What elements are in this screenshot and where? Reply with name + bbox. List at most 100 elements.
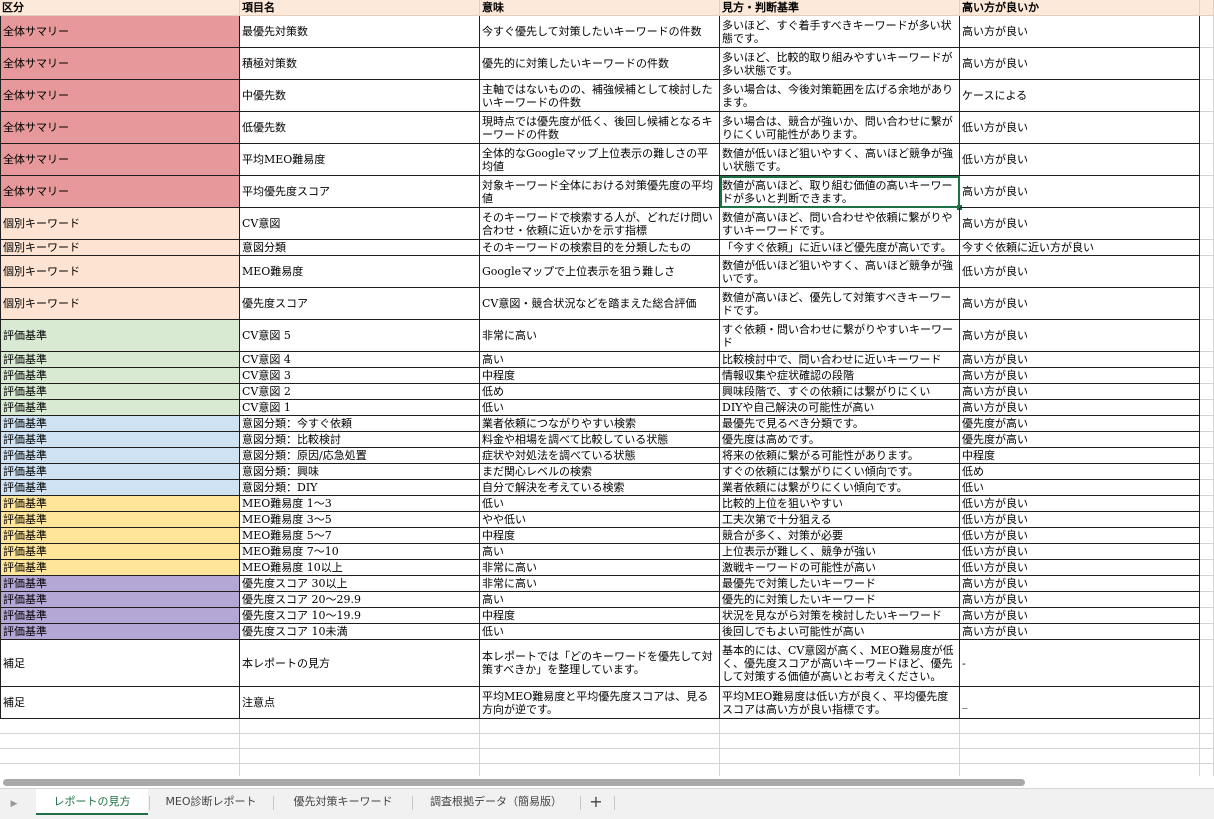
cell-better-direction[interactable]: 中程度 [960,448,1200,464]
cell-category[interactable]: 個別キーワード [0,288,240,320]
cell-better-direction[interactable]: _ [960,687,1200,719]
cell-better-direction[interactable]: 高い方が良い [960,16,1200,48]
sheet-tab[interactable]: 優先対策キーワード [275,789,411,815]
cell-better-direction[interactable]: 低い方が良い [960,112,1200,144]
cell-item-name[interactable]: 意図分類：原因/応急処置 [240,448,480,464]
cell-item-name[interactable]: MEO難易度 7〜10 [240,544,480,560]
cell-criteria[interactable]: 激戦キーワードの可能性が高い [720,560,960,576]
empty-cell[interactable] [1200,528,1214,544]
cell-meaning[interactable]: 今すぐ優先して対策したいキーワードの件数 [480,16,720,48]
empty-cell[interactable] [720,719,960,734]
cell-criteria[interactable]: 比較的上位を狙いやすい [720,496,960,512]
empty-cell[interactable] [960,749,1200,764]
cell-item-name[interactable]: 優先度スコア 10未満 [240,624,480,640]
empty-cell[interactable] [0,749,240,764]
cell-category[interactable]: 評価基準 [0,528,240,544]
empty-cell[interactable] [1200,734,1214,749]
cell-better-direction[interactable]: 低い方が良い [960,256,1200,288]
cell-item-name[interactable]: 平均MEO難易度 [240,144,480,176]
cell-meaning[interactable]: 症状や対処法を調べている状態 [480,448,720,464]
cell-category[interactable]: 評価基準 [0,320,240,352]
cell-item-name[interactable]: CV意図 4 [240,352,480,368]
cell-item-name[interactable]: 積極対策数 [240,48,480,80]
empty-cell[interactable] [1200,48,1214,80]
cell-meaning[interactable]: まだ関心レベルの検索 [480,464,720,480]
cell-better-direction[interactable]: 高い方が良い [960,288,1200,320]
empty-cell[interactable] [480,749,720,764]
cell-item-name[interactable]: 中優先数 [240,80,480,112]
cell-better-direction[interactable]: 高い方が良い [960,384,1200,400]
cell-meaning[interactable]: 自分で解決を考えている検索 [480,480,720,496]
cell-meaning[interactable]: Googleマップで上位表示を狙う難しさ [480,256,720,288]
cell-category[interactable]: 評価基準 [0,352,240,368]
cell-criteria[interactable]: 業者依頼には繋がりにくい傾向です。 [720,480,960,496]
cell-category[interactable]: 評価基準 [0,416,240,432]
cell-better-direction[interactable]: 高い方が良い [960,320,1200,352]
cell-criteria[interactable]: 優先的に対策したいキーワード [720,592,960,608]
empty-cell[interactable] [1200,400,1214,416]
cell-meaning[interactable]: そのキーワードで検索する人が、どれだけ問い合わせ・依頼に近いかを示す指標 [480,208,720,240]
empty-cell[interactable] [1200,608,1214,624]
cell-item-name[interactable]: 低優先数 [240,112,480,144]
empty-cell[interactable] [1200,624,1214,640]
cell-item-name[interactable]: 最優先対策数 [240,16,480,48]
cell-better-direction[interactable]: 低い方が良い [960,544,1200,560]
cell-criteria[interactable]: 多い場合は、今後対策範囲を広げる余地があります。 [720,80,960,112]
empty-cell[interactable] [1200,144,1214,176]
cell-criteria[interactable]: すぐ依頼・問い合わせに繋がりやすいキーワード [720,320,960,352]
cell-item-name[interactable]: 優先度スコア 10〜19.9 [240,608,480,624]
cell-criteria[interactable]: 興味段階で、すぐの依頼には繋がりにくい [720,384,960,400]
cell-item-name[interactable]: 意図分類 [240,240,480,256]
empty-cell[interactable] [1200,240,1214,256]
empty-cell[interactable] [1200,320,1214,352]
cell-category[interactable]: 評価基準 [0,560,240,576]
empty-cell[interactable] [240,749,480,764]
cell-better-direction[interactable]: 低い方が良い [960,560,1200,576]
cell-meaning[interactable]: 非常に高い [480,576,720,592]
empty-cell[interactable] [480,734,720,749]
cell-criteria[interactable]: DIYや自己解決の可能性が高い [720,400,960,416]
cell-better-direction[interactable]: 高い方が良い [960,176,1200,208]
empty-cell[interactable] [1200,16,1214,48]
cell-criteria[interactable]: 数値が高いほど、優先して対策すべきキーワードです。 [720,288,960,320]
cell-better-direction[interactable]: 低い [960,480,1200,496]
cell-item-name[interactable]: CV意図 [240,208,480,240]
cell-better-direction[interactable]: 低い方が良い [960,496,1200,512]
cell-meaning[interactable]: 料金や相場を調べて比較している状態 [480,432,720,448]
cell-category[interactable]: 評価基準 [0,384,240,400]
cell-item-name[interactable]: MEO難易度 3〜5 [240,512,480,528]
cell-item-name[interactable]: CV意図 1 [240,400,480,416]
cell-category[interactable]: 補足 [0,687,240,719]
cell-meaning[interactable]: 中程度 [480,368,720,384]
cell-item-name[interactable]: 注意点 [240,687,480,719]
cell-criteria[interactable]: 最優先で対策したいキーワード [720,576,960,592]
empty-cell[interactable] [0,719,240,734]
cell-criteria[interactable]: 多いほど、すぐ着手すべきキーワードが多い状態です。 [720,16,960,48]
cell-meaning[interactable]: 低め [480,384,720,400]
cell-better-direction[interactable]: 今すぐ依頼に近い方が良い [960,240,1200,256]
empty-cell[interactable] [1200,512,1214,528]
cell-category[interactable]: 全体サマリー [0,80,240,112]
cell-meaning[interactable]: CV意図・競合状況などを踏まえた総合評価 [480,288,720,320]
scrollbar-thumb[interactable] [3,779,1025,786]
cell-better-direction[interactable]: 優先度が高い [960,416,1200,432]
cell-criteria[interactable]: 比較検討中で、問い合わせに近いキーワード [720,352,960,368]
cell-item-name[interactable]: 意図分類：DIY [240,480,480,496]
empty-cell[interactable] [240,719,480,734]
cell-meaning[interactable]: 本レポートでは「どのキーワードを優先して対策すべきか」を整理しています。 [480,640,720,687]
cell-item-name[interactable]: 優先度スコア 30以上 [240,576,480,592]
cell-meaning[interactable]: 非常に高い [480,320,720,352]
cell-criteria[interactable]: 数値が高いほど、問い合わせや依頼に繋がりやすいキーワードです。 [720,208,960,240]
empty-cell[interactable] [720,749,960,764]
cell-category[interactable]: 全体サマリー [0,176,240,208]
cell-item-name[interactable]: MEO難易度 5〜7 [240,528,480,544]
cell-item-name[interactable]: MEO難易度 [240,256,480,288]
cell-category[interactable]: 評価基準 [0,608,240,624]
header-cell-better-direction[interactable]: 高い方が良いか [960,0,1200,16]
cell-meaning[interactable]: そのキーワードの検索目的を分類したもの [480,240,720,256]
cell-item-name[interactable]: CV意図 3 [240,368,480,384]
cell-category[interactable]: 評価基準 [0,368,240,384]
cell-criteria[interactable]: すぐの依頼には繋がりにくい傾向です。 [720,464,960,480]
empty-cell[interactable] [720,734,960,749]
cell-criteria[interactable]: 工夫次第で十分狙える [720,512,960,528]
